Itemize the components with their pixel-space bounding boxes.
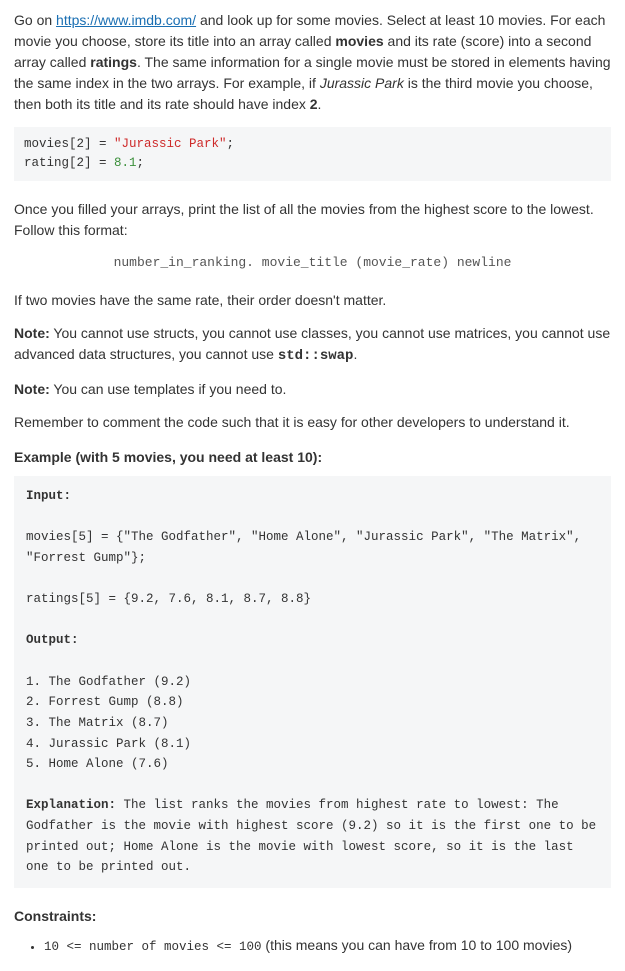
constraint-item: 10 <= number of movies <= 100 (this mean… [44,935,611,957]
intro-paragraph: Go on https://www.imdb.com/ and look up … [14,10,611,115]
output-line: 4. Jurassic Park (8.1) [26,737,191,751]
constraint-code: 10 <= number of movies <= 100 [44,940,262,954]
paragraph-4: Remember to comment the code such that i… [14,412,611,433]
example-heading: Example (with 5 movies, you need at leas… [14,447,611,468]
note-label: Note: [14,381,50,397]
text: . [353,346,357,362]
ratings-array-name: ratings [90,54,137,70]
text: You can use templates if you need to. [50,381,287,397]
example-movies: movies[5] = {"The Godfather", "Home Alon… [26,530,589,565]
note-1: Note: You cannot use structs, you cannot… [14,323,611,367]
output-format-line: number_in_ranking. movie_title (movie_ra… [14,253,611,273]
note-label: Note: [14,325,50,341]
text: . [318,96,322,112]
example-block: Input: movies[5] = {"The Godfather", "Ho… [14,476,611,888]
constraints-heading: Constraints: [14,906,611,927]
paragraph-2: Once you filled your arrays, print the l… [14,199,611,241]
std-swap-code: std::swap [278,348,354,364]
example-ratings: ratings[5] = {9.2, 7.6, 8.1, 8.7, 8.8} [26,592,311,606]
output-line: 2. Forrest Gump (8.8) [26,695,184,709]
output-line: 5. Home Alone (7.6) [26,757,169,771]
index-value: 2 [310,96,318,112]
jurassic-park-example: Jurassic Park [320,75,404,91]
imdb-link[interactable]: https://www.imdb.com/ [56,12,196,28]
movies-array-name: movies [335,33,383,49]
text: Go on [14,12,56,28]
output-line: 1. The Godfather (9.2) [26,675,191,689]
output-line: 3. The Matrix (8.7) [26,716,169,730]
paragraph-3: If two movies have the same rate, their … [14,290,611,311]
note-2: Note: You can use templates if you need … [14,379,611,400]
explanation-label: Explanation: [26,798,116,812]
constraints-list: 10 <= number of movies <= 100 (this mean… [44,935,611,957]
input-label: Input: [26,489,71,503]
output-label: Output: [26,633,79,647]
constraint-text: (this means you can have from 10 to 100 … [262,937,572,953]
code-snippet-1: movies[2] = "Jurassic Park"; rating[2] =… [14,127,611,181]
